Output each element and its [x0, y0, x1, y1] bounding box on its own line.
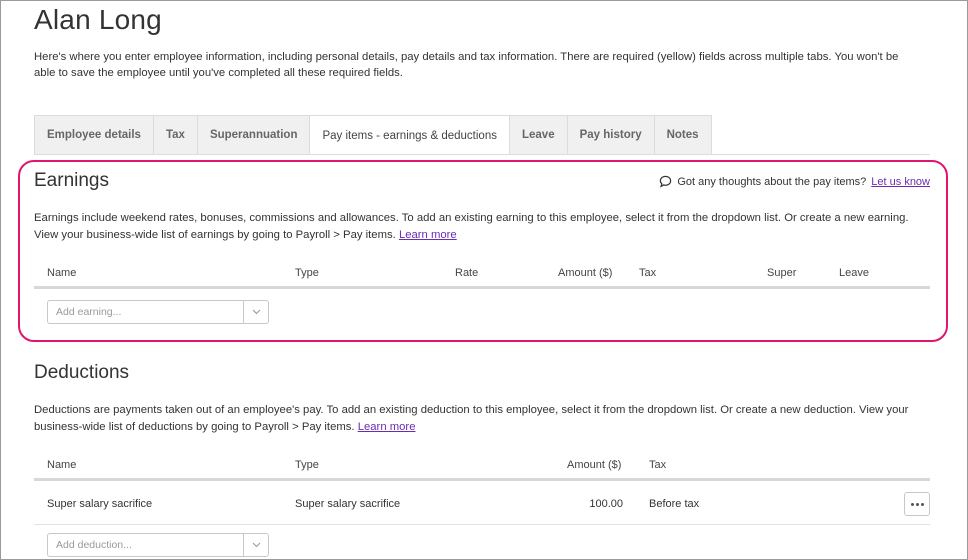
- col-amount: Amount ($): [567, 459, 622, 471]
- tab-employee-details[interactable]: Employee details: [34, 115, 153, 155]
- tab-superannuation[interactable]: Superannuation: [196, 115, 310, 155]
- col-name: Name: [47, 459, 77, 471]
- deduction-amount: 100.00: [589, 498, 623, 510]
- tab-notes[interactable]: Notes: [653, 115, 712, 155]
- feedback-text: Got any thoughts about the pay items?: [677, 175, 867, 188]
- earnings-description-text: Earnings include weekend rates, bonuses,…: [34, 212, 909, 241]
- earnings-description: Earnings include weekend rates, bonuses,…: [34, 210, 934, 244]
- tab-underline: [34, 154, 930, 155]
- col-leave: Leave: [839, 267, 869, 279]
- col-super: Super: [767, 267, 797, 279]
- tab-pay-items[interactable]: Pay items - earnings & deductions: [309, 115, 509, 155]
- deduction-type: Super salary sacrifice: [295, 498, 401, 510]
- add-earning-combobox: [47, 300, 269, 324]
- row-more-button[interactable]: [904, 492, 930, 516]
- deductions-title: Deductions: [34, 362, 130, 383]
- col-tax: Tax: [639, 267, 657, 279]
- col-type: Type: [295, 459, 319, 471]
- add-deduction-combobox: [47, 533, 269, 557]
- col-rate: Rate: [455, 267, 479, 279]
- deduction-tax: Before tax: [649, 498, 700, 510]
- let-us-know-link[interactable]: Let us know: [871, 176, 930, 188]
- table-row: Super salary sacrifice Super salary sacr…: [34, 483, 930, 525]
- tab-leave[interactable]: Leave: [508, 115, 567, 155]
- chevron-down-icon: [252, 542, 260, 548]
- deductions-learn-more-link[interactable]: Learn more: [358, 421, 416, 433]
- feedback-prompt: Got any thoughts about the pay items? Le…: [659, 175, 930, 188]
- deductions-description-text: Deductions are payments taken out of an …: [34, 404, 909, 433]
- add-earning-input[interactable]: [48, 301, 243, 323]
- add-deduction-input[interactable]: [48, 534, 243, 556]
- add-earning-dropdown-button[interactable]: [243, 301, 268, 323]
- tab-tax[interactable]: Tax: [152, 115, 197, 155]
- earnings-table-header: Name Type Rate Amount ($) Tax Super Leav…: [34, 259, 930, 289]
- earnings-title: Earnings: [34, 170, 109, 191]
- speech-bubble-icon: [660, 175, 672, 188]
- tab-bar: Employee details Tax Superannuation Pay …: [34, 115, 712, 155]
- deductions-description: Deductions are payments taken out of an …: [34, 402, 934, 436]
- more-horizontal-icon: [910, 502, 924, 506]
- deductions-table-header: Name Type Amount ($) Tax: [34, 451, 930, 481]
- add-deduction-dropdown-button[interactable]: [243, 534, 268, 556]
- col-type: Type: [295, 267, 319, 279]
- col-amount: Amount ($): [558, 267, 613, 279]
- page-intro: Here's where you enter employee informat…: [34, 51, 899, 79]
- tab-pay-history[interactable]: Pay history: [566, 115, 654, 155]
- deduction-name: Super salary sacrifice: [47, 498, 153, 510]
- earnings-learn-more-link[interactable]: Learn more: [399, 229, 457, 241]
- col-tax: Tax: [649, 459, 667, 471]
- chevron-down-icon: [252, 309, 260, 315]
- col-name: Name: [47, 267, 77, 279]
- page-title: Alan Long: [34, 4, 162, 35]
